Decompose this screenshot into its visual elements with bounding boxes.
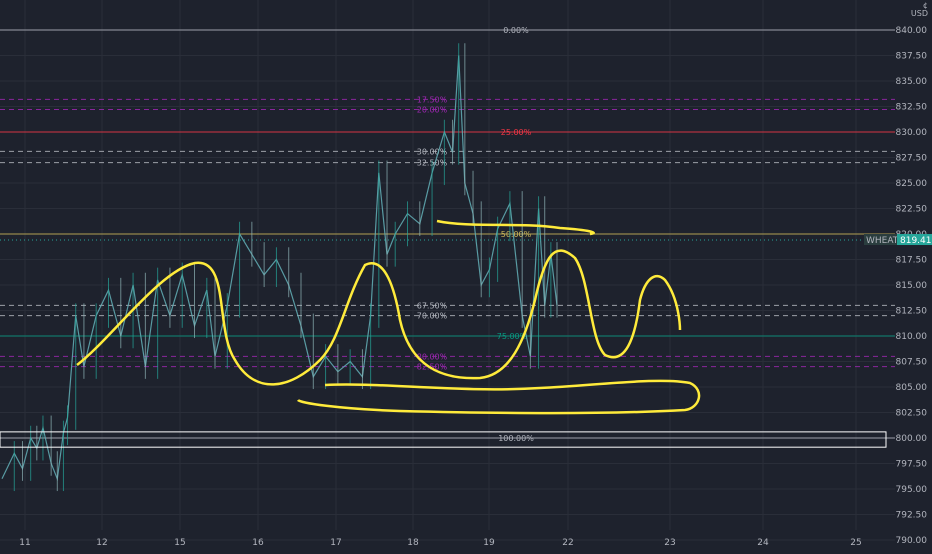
time-tick-label: 16 [252,538,264,548]
price-tick-label: 830.00 [896,128,928,138]
price-tick-label: 810.00 [896,332,928,342]
price-tick-label: 825.00 [896,179,928,189]
fib-level-label: 30.00% [417,147,448,156]
time-tick-label: 23 [664,538,675,548]
fib-level-label: 0.00% [503,26,529,35]
fib-level-label: 82.50% [417,363,448,372]
time-tick-label: 11 [19,538,30,548]
price-tick-label: 822.50 [896,205,928,215]
price-tick-label: 797.50 [896,460,928,470]
fib-level-label: 20.00% [417,106,448,115]
fib-level-label: 100.00% [498,434,534,443]
currency-indicator[interactable]: ¢ USD [911,2,928,18]
price-tick-label: 817.50 [896,256,928,266]
chart-background [0,0,932,550]
chart-area[interactable]: 0.00%17.50%20.00%25.00%30.00%32.50%50.00… [0,0,932,550]
time-tick-label: 19 [483,538,495,548]
time-tick-label: 24 [757,538,769,548]
fib-level-label: 17.50% [417,95,448,104]
price-tick-label: 805.00 [896,383,928,393]
fib-level-label: 67.50% [417,301,448,310]
time-tick-label: 25 [850,538,861,548]
price-tick-label: 790.00 [896,536,928,546]
price-tick-label: 840.00 [896,26,928,36]
price-tick-label: 792.50 [896,511,928,521]
fib-level-label: 25.00% [501,128,532,137]
price-tick-label: 815.00 [896,281,928,291]
currency-code: USD [910,9,928,18]
fib-level-label: 50.00% [501,230,532,239]
time-tick-label: 22 [562,538,573,548]
price-tick-label: 802.50 [896,409,928,419]
price-tick-label: 812.50 [896,307,928,317]
price-chart[interactable]: 0.00%17.50%20.00%25.00%30.00%32.50%50.00… [0,0,932,550]
price-tick-label: 837.50 [896,52,928,62]
price-tick-label: 795.00 [896,485,928,495]
symbol-label: WHEAT [866,236,899,246]
price-tick-label: 832.50 [896,103,928,113]
fib-level-label: 70.00% [417,312,448,321]
price-tick-label: 835.00 [896,77,928,87]
price-tick-label: 827.50 [896,154,928,164]
time-tick-label: 17 [330,538,341,548]
last-price-label: 819.41 [900,236,932,246]
price-tick-label: 800.00 [896,434,928,444]
time-tick-label: 15 [174,538,185,548]
time-tick-label: 18 [407,538,419,548]
time-tick-label: 12 [96,538,107,548]
price-tick-label: 807.50 [896,358,928,368]
